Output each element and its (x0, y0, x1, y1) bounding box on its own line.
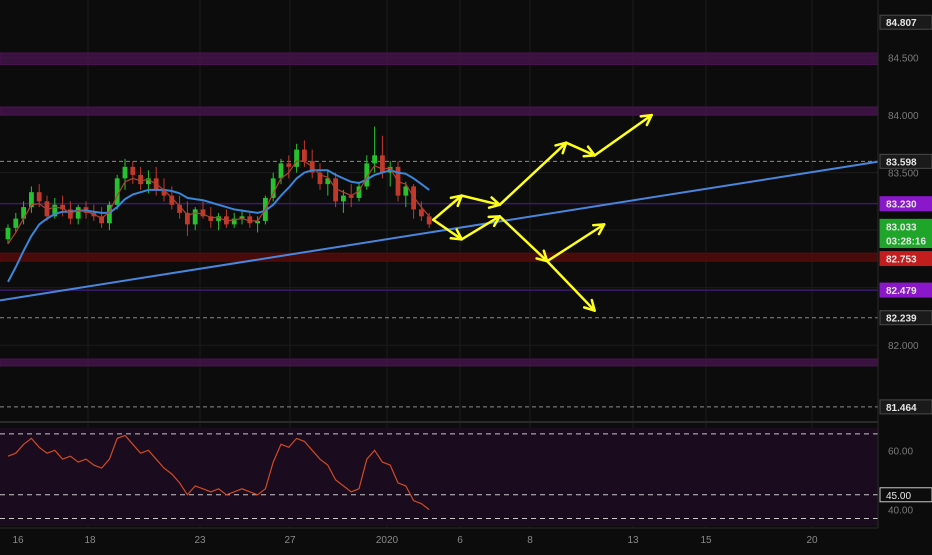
time-tick-label: 16 (12, 535, 24, 546)
price-label-text: 84.807 (886, 18, 917, 29)
price-label-text: 81.464 (886, 403, 917, 414)
candle-body (36, 192, 42, 202)
zone-band (0, 106, 879, 116)
candle-body (21, 207, 26, 219)
price-tick-label: 84.500 (888, 54, 919, 65)
price-label-text: 83.598 (886, 157, 917, 168)
candle-body (13, 218, 19, 228)
time-tick-label: 23 (194, 535, 206, 546)
rsi-level-text: 45.00 (886, 491, 911, 502)
zone-band (0, 52, 879, 65)
time-tick-label: 18 (84, 535, 96, 546)
time-tick-label: 6 (457, 535, 463, 546)
price-tick-label: 83.500 (888, 169, 919, 180)
price-label-text: 82.753 (886, 255, 917, 266)
rsi-tick-label: 60.00 (888, 446, 913, 457)
rsi-tick-label: 40.00 (888, 506, 913, 517)
candle-body (192, 209, 198, 225)
candle-body (372, 155, 377, 164)
time-tick-label: 2020 (376, 535, 399, 546)
candle-body (122, 166, 128, 179)
candle-body (270, 178, 276, 198)
candle-body (278, 163, 284, 179)
time-tick-label: 27 (284, 535, 296, 546)
candle-body (411, 186, 416, 210)
candle-body (286, 163, 292, 167)
time-axis-background (0, 528, 932, 550)
price-label-text: 83.230 (886, 200, 917, 211)
price-tick-label: 82.000 (888, 341, 919, 352)
rsi-pane (0, 421, 878, 526)
chart-svg[interactable]: 84.50084.00083.50083.00082.50082.00084.8… (0, 0, 932, 550)
price-label-text: 83.033 (886, 222, 917, 233)
price-label-text: 82.479 (886, 286, 917, 297)
candle-body (302, 149, 307, 162)
zone-band (0, 252, 879, 262)
candle-body (75, 207, 81, 219)
candle-body (419, 209, 424, 217)
time-tick-label: 8 (527, 535, 533, 546)
price-label-text: 03:28:16 (886, 236, 926, 247)
time-tick-label: 15 (700, 535, 712, 546)
candle-body (341, 195, 346, 202)
time-tick-label: 13 (627, 535, 639, 546)
candle-body (380, 155, 385, 173)
time-tick-label: 20 (806, 535, 818, 546)
price-axis-background (878, 0, 932, 550)
candle-body (426, 216, 432, 225)
price-tick-label: 84.000 (888, 111, 919, 122)
candle-body (5, 227, 11, 240)
candle-body (130, 166, 136, 175)
zone-band (0, 358, 879, 367)
candle-body (138, 174, 143, 185)
price-label-text: 82.239 (886, 314, 917, 325)
price-chart[interactable]: 84.50084.00083.50083.00082.50082.00084.8… (0, 0, 932, 550)
